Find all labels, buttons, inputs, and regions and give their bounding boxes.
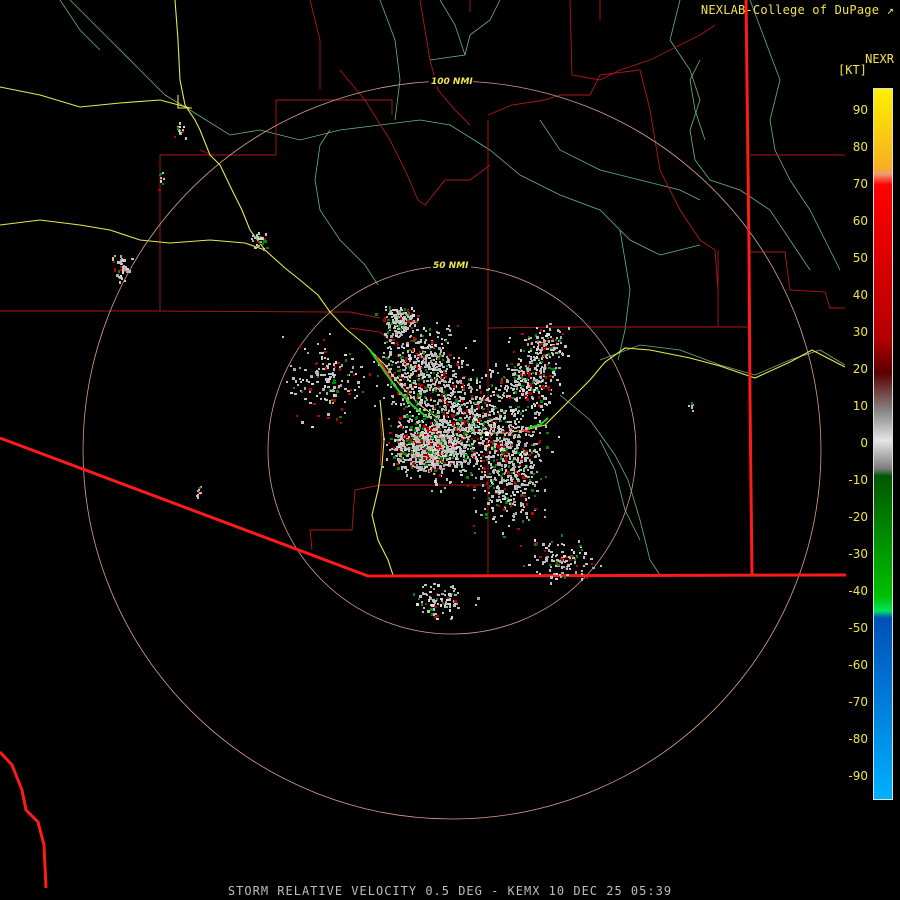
colorbar-tick-label: -70 [848, 695, 868, 709]
colorbar-tick-label: 90 [852, 103, 868, 117]
credit-text: NEXLAB-College of DuPage [700, 3, 880, 17]
ring-label-100: 100 NMI [431, 77, 473, 87]
colorbar-tick-label: -20 [848, 510, 868, 524]
coastline [0, 750, 48, 889]
ring-labels: 100 NMI 50 NMI [429, 75, 473, 271]
colorbar-tick-label: -60 [848, 658, 868, 672]
ring-label-50: 50 NMI [433, 261, 469, 271]
external-link-icon: ↗ [886, 3, 894, 17]
radar-map: 100 NMI 50 NMI [0, 0, 847, 889]
colorbar-tick-label: 70 [852, 177, 868, 191]
product-title: STORM RELATIVE VELOCITY 0.5 DEG - KEMX 1… [227, 884, 673, 898]
colorbar-tick-label: 30 [852, 325, 868, 339]
nexlab-credit: NEXLAB-College of DuPage ↗ [701, 3, 894, 17]
colorbar-tick-label: 0 [860, 436, 868, 450]
colorbar-tick-label: -40 [848, 584, 868, 598]
colorbar-tick-label: -80 [848, 732, 868, 746]
radar-site-marker [485, 432, 489, 436]
colorbar-tick-label: 20 [852, 362, 868, 376]
radar-echoes [112, 122, 694, 620]
az-nm-border [744, 0, 754, 576]
colorbar-tick-label: 40 [852, 288, 868, 302]
colorbar-tick-label: -50 [848, 621, 868, 635]
colorbar-tick-label: 10 [852, 399, 868, 413]
colorbar-tick-label: -90 [848, 769, 868, 783]
legend-unit: [KT] [838, 63, 867, 77]
velocity-colorbar [873, 88, 893, 800]
county-lines-layer [0, 0, 845, 575]
colorbar-tick-label: 60 [852, 214, 868, 228]
colorbar-tick-label: 80 [852, 140, 868, 154]
colorbar-tick-label: 50 [852, 251, 868, 265]
legend-product: NEXR [865, 52, 894, 66]
colorbar-tick-label: -10 [848, 473, 868, 487]
colorbar-tick-label: -30 [848, 547, 868, 561]
